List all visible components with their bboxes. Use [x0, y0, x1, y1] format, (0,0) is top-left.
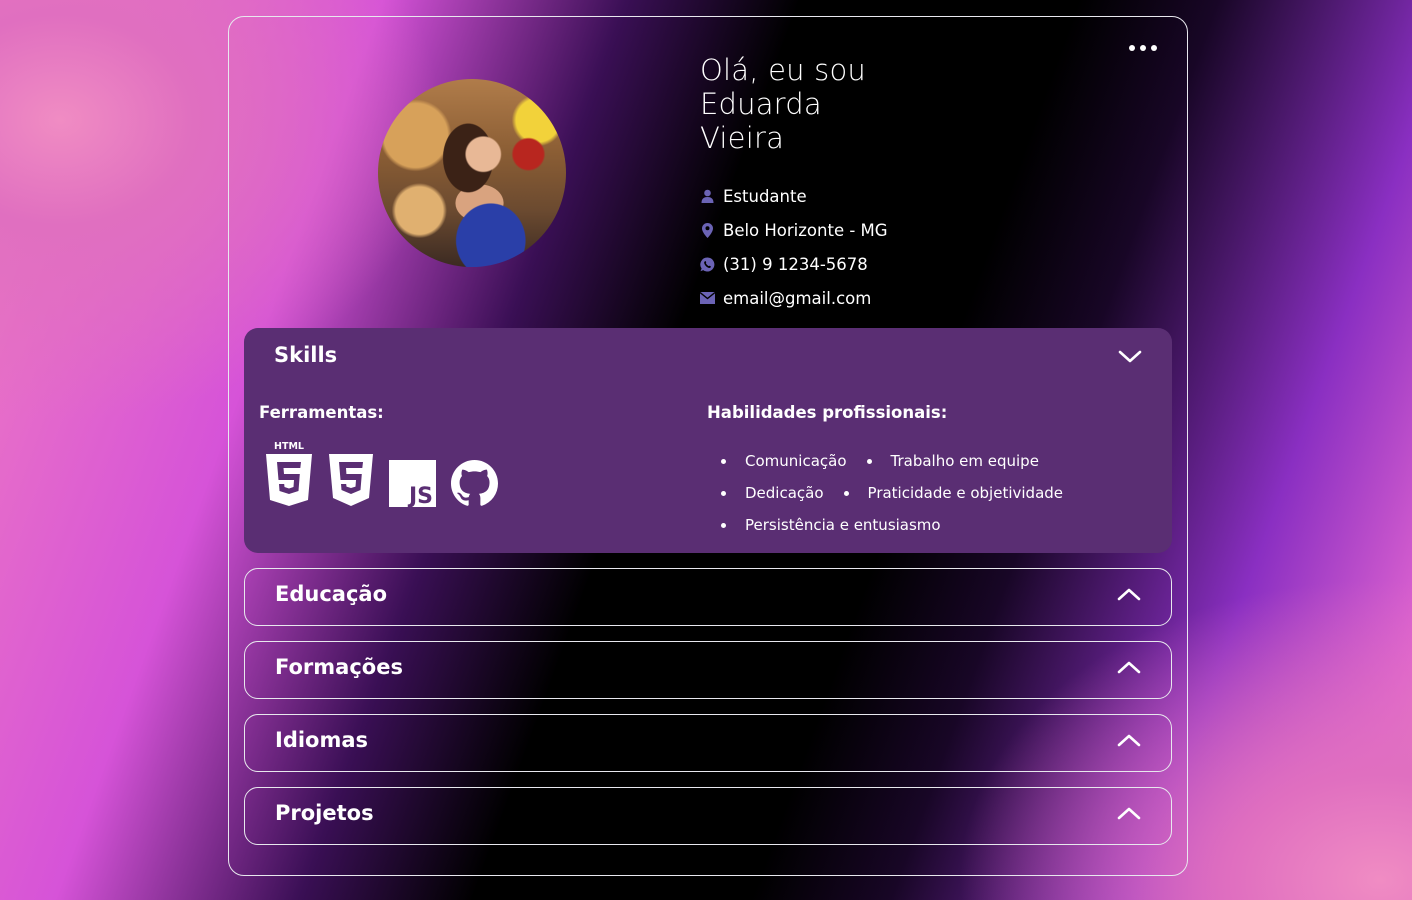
skill-text: Dedicação: [745, 484, 824, 502]
occupation-text: Estudante: [723, 186, 807, 206]
professional-skills-list: Comunicação Trabalho em equipe Dedicação…: [707, 445, 1083, 541]
languages-accordion[interactable]: Idiomas: [244, 714, 1172, 772]
list-item: Persistência e entusiasmo: [721, 516, 941, 534]
projects-accordion[interactable]: Projetos: [244, 787, 1172, 845]
chevron-up-icon[interactable]: [1117, 732, 1141, 750]
whatsapp-icon: [700, 256, 715, 272]
trainings-accordion[interactable]: Formações: [244, 641, 1172, 699]
page-title: Olá, eu sou Eduarda Vieira: [700, 53, 960, 155]
list-item: Trabalho em equipe: [866, 452, 1039, 470]
chevron-up-icon[interactable]: [1117, 586, 1141, 604]
list-row: Comunicação Trabalho em equipe: [707, 445, 1083, 477]
chevron-down-icon[interactable]: [1118, 347, 1142, 365]
html5-icon: HTML: [266, 441, 312, 506]
skills-title: Skills: [274, 343, 338, 367]
education-title: Educação: [275, 582, 387, 606]
list-row: Dedicação Praticidade e objetividade: [707, 477, 1083, 509]
languages-title: Idiomas: [275, 728, 369, 752]
last-name: Vieira: [700, 121, 785, 155]
javascript-icon: JS: [389, 460, 436, 507]
skill-text: Comunicação: [745, 452, 847, 470]
more-options-icon[interactable]: [1129, 45, 1157, 51]
tools-label: Ferramentas:: [259, 403, 384, 422]
chevron-up-icon[interactable]: [1117, 659, 1141, 677]
phone-row: (31) 9 1234-5678: [700, 247, 960, 281]
location-text: Belo Horizonte - MG: [723, 220, 888, 240]
greeting-line: Olá, eu sou: [700, 53, 866, 87]
svg-text:JS: JS: [407, 484, 433, 507]
skill-text: Trabalho em equipe: [890, 452, 1039, 470]
user-icon: [700, 189, 715, 204]
projects-title: Projetos: [275, 801, 374, 825]
map-pin-icon: [700, 222, 715, 238]
contact-info: Estudante Belo Horizonte - MG (31) 9 123…: [700, 179, 960, 315]
css3-icon: [329, 454, 373, 506]
tools-list: HTML JS: [265, 441, 498, 507]
list-item: Praticidade e objetividade: [843, 484, 1064, 502]
location-row: Belo Horizonte - MG: [700, 213, 960, 247]
phone-text: (31) 9 1234-5678: [723, 254, 868, 274]
professional-skills-label: Habilidades profissionais:: [707, 403, 948, 422]
skill-text: Persistência e entusiasmo: [745, 516, 941, 534]
svg-text:HTML: HTML: [274, 441, 304, 452]
skills-panel: Skills Ferramentas: HTML JS Habilidades …: [244, 328, 1172, 553]
email-text[interactable]: email@gmail.com: [723, 289, 871, 308]
education-accordion[interactable]: Educação: [244, 568, 1172, 626]
chevron-up-icon[interactable]: [1117, 805, 1141, 823]
profile-card: Olá, eu sou Eduarda Vieira Estudante Bel…: [228, 16, 1188, 876]
list-item: Dedicação: [721, 484, 824, 502]
list-row: Persistência e entusiasmo: [707, 509, 1083, 541]
skill-text: Praticidade e objetividade: [867, 484, 1064, 502]
avatar: [378, 79, 566, 267]
mail-icon: [700, 291, 715, 306]
first-name: Eduarda: [700, 87, 822, 121]
list-item: Comunicação: [721, 452, 847, 470]
occupation-row: Estudante: [700, 179, 960, 213]
intro: Olá, eu sou Eduarda Vieira Estudante Bel…: [700, 53, 960, 315]
trainings-title: Formações: [275, 655, 403, 679]
github-icon: [451, 460, 498, 506]
email-row: email@gmail.com: [700, 281, 960, 315]
